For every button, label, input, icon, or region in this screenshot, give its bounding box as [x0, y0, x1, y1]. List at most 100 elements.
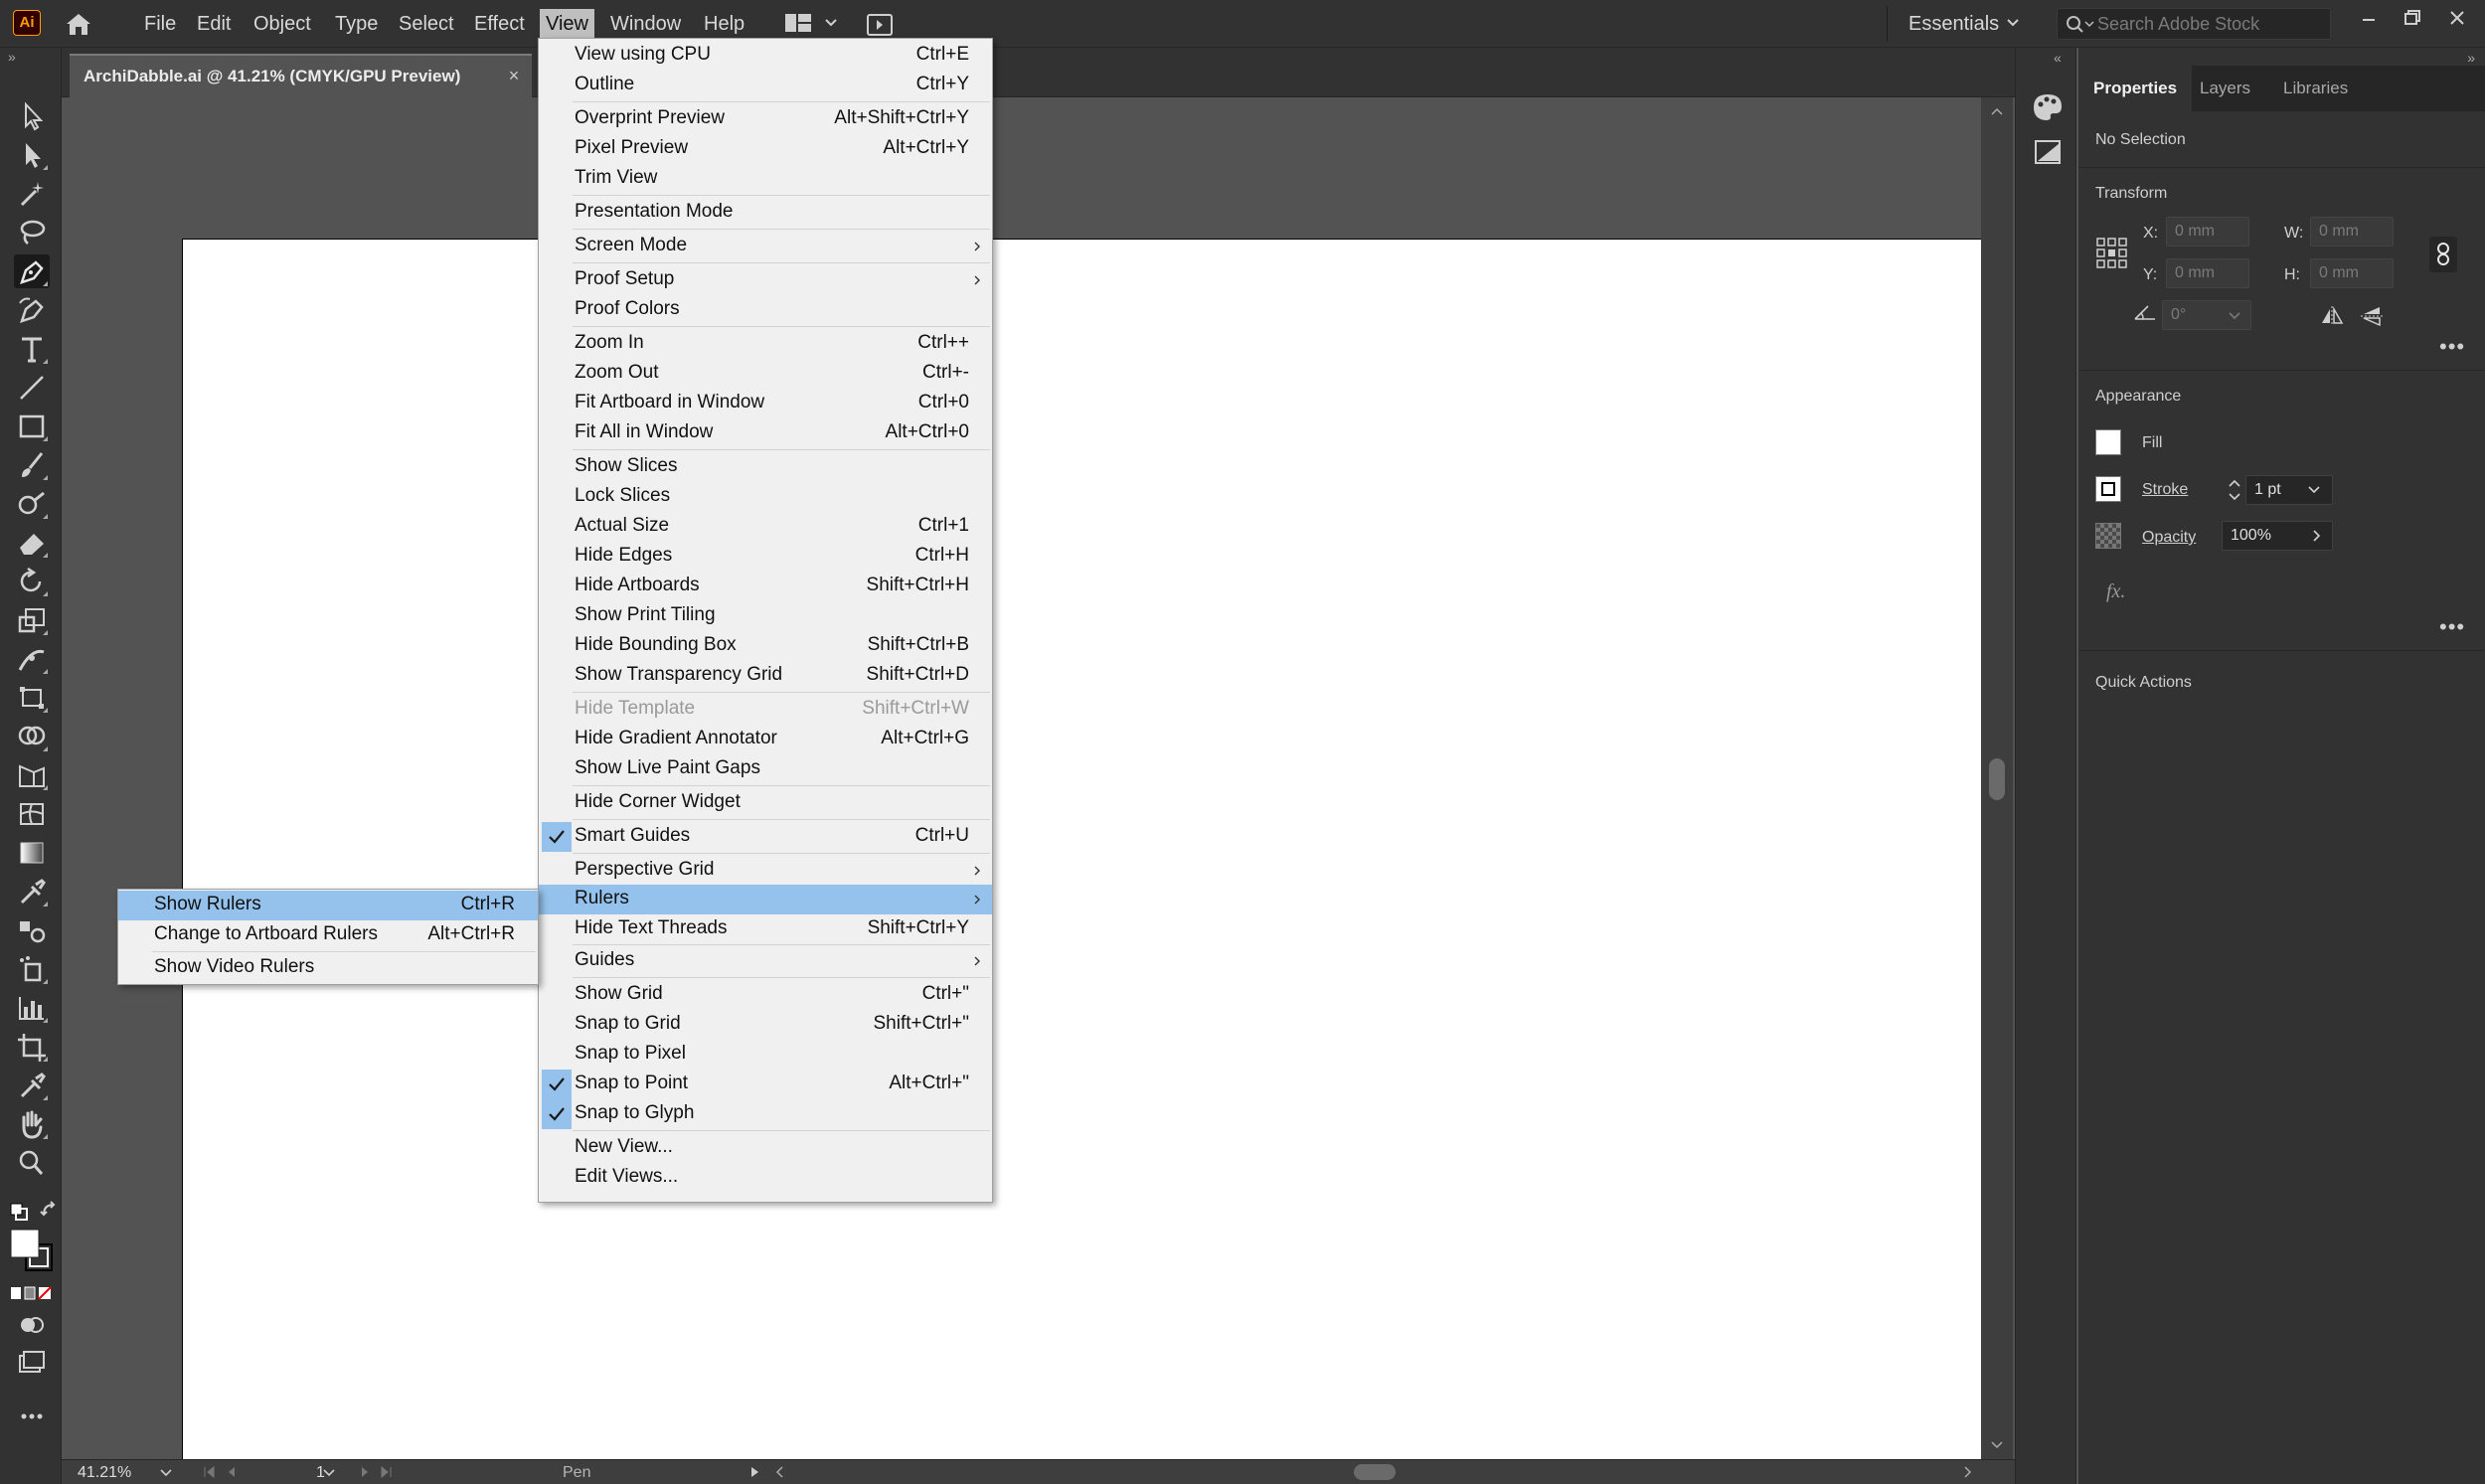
swap-fill-stroke-icon[interactable]: [40, 1201, 60, 1221]
height-field[interactable]: 0 mm: [2310, 258, 2394, 288]
y-position-field[interactable]: 0 mm: [2166, 258, 2249, 288]
menu-item-show-live-paint-gaps[interactable]: Show Live Paint Gaps: [539, 754, 992, 784]
menu-item-guides[interactable]: Guides: [539, 946, 992, 976]
menu-item-perspective-grid[interactable]: Perspective Grid: [539, 856, 992, 886]
zoom-level-field[interactable]: 41.21%: [72, 1462, 215, 1483]
direct-selection-tool-icon[interactable]: [14, 138, 50, 172]
menu-item-show-video-rulers[interactable]: Show Video Rulers: [118, 953, 538, 983]
menu-item-hide-bounding-box[interactable]: Hide Bounding Box Shift+Ctrl+B: [539, 631, 992, 661]
fill-stroke-swatch[interactable]: [10, 1229, 56, 1274]
stroke-label[interactable]: Stroke: [2142, 481, 2188, 499]
horizontal-scroll-thumb[interactable]: [1354, 1464, 1396, 1480]
menu-item-show-print-tiling[interactable]: Show Print Tiling: [539, 601, 992, 631]
menu-item-lock-slices[interactable]: Lock Slices: [539, 482, 992, 512]
tab-properties[interactable]: Properties: [2078, 66, 2193, 111]
tab-layers[interactable]: Layers: [2185, 66, 2265, 111]
vertical-scroll-thumb[interactable]: [1989, 758, 2005, 800]
tab-libraries[interactable]: Libraries: [2268, 66, 2363, 111]
artboard-nav-next-icons[interactable]: [356, 1464, 415, 1480]
screen-mode-icon[interactable]: [14, 1346, 50, 1380]
menu-effect[interactable]: Effect: [468, 9, 531, 39]
menu-item-snap-to-grid[interactable]: Snap to Grid Shift+Ctrl+": [539, 1010, 992, 1040]
symbol-sprayer-tool-icon[interactable]: [14, 952, 50, 986]
menu-item-actual-size[interactable]: Actual Size Ctrl+1: [539, 512, 992, 542]
perspective-grid-tool-icon[interactable]: [14, 758, 50, 792]
asset-export-icon[interactable]: [2030, 135, 2066, 169]
menu-item-rulers[interactable]: Rulers: [539, 885, 992, 914]
menu-item-snap-to-glyph[interactable]: Snap to Glyph: [539, 1099, 992, 1129]
rotate-tool-icon[interactable]: [14, 565, 50, 598]
reference-point-icon[interactable]: [2095, 237, 2129, 270]
menu-select[interactable]: Select: [393, 9, 460, 39]
scroll-right-icon[interactable]: [1960, 1465, 1974, 1479]
menu-help[interactable]: Help: [698, 9, 750, 39]
menu-object[interactable]: Object: [248, 9, 317, 39]
color-mode-icons[interactable]: [10, 1285, 56, 1301]
column-graph-tool-icon[interactable]: [14, 991, 50, 1025]
menu-item-view-using-cpu[interactable]: View using CPU Ctrl+E: [539, 41, 992, 71]
home-icon[interactable]: [64, 11, 93, 37]
eyedropper-tool-icon[interactable]: [14, 875, 50, 908]
menu-item-proof-setup[interactable]: Proof Setup: [539, 265, 992, 295]
gpu-performance-icon[interactable]: [865, 11, 895, 39]
selection-tool-icon[interactable]: [14, 99, 50, 133]
chevron-down-icon[interactable]: [322, 1466, 336, 1480]
scroll-down-icon[interactable]: [1989, 1439, 2005, 1451]
menu-item-fit-all-in-window[interactable]: Fit All in Window Alt+Ctrl+0: [539, 418, 992, 448]
stock-search-box[interactable]: [2057, 8, 2331, 40]
hand-tool-icon[interactable]: [14, 1107, 50, 1141]
mesh-tool-icon[interactable]: [14, 797, 50, 831]
shape-builder-tool-icon[interactable]: [14, 720, 50, 753]
menu-edit[interactable]: Edit: [191, 9, 237, 39]
chevron-down-icon[interactable]: [2307, 484, 2321, 496]
type-tool-icon[interactable]: [14, 332, 50, 366]
expand-dock-icon[interactable]: «: [2054, 50, 2062, 66]
width-tool-icon[interactable]: [14, 642, 50, 676]
opacity-label[interactable]: Opacity: [2142, 529, 2196, 547]
flip-horizontal-icon[interactable]: [2319, 304, 2345, 328]
canvas-area[interactable]: [62, 97, 1992, 1484]
magic-wand-tool-icon[interactable]: [14, 177, 50, 211]
menu-item-hide-corner-widget[interactable]: Hide Corner Widget: [539, 788, 992, 818]
slice-tool-icon[interactable]: [14, 1069, 50, 1102]
minimize-icon[interactable]: [2349, 4, 2389, 34]
zoom-tool-icon[interactable]: [14, 1146, 50, 1180]
width-field[interactable]: 0 mm: [2310, 217, 2394, 247]
menu-item-fit-artboard-in-window[interactable]: Fit Artboard in Window Ctrl+0: [539, 389, 992, 418]
lasso-tool-icon[interactable]: [14, 216, 50, 249]
chevron-down-icon[interactable]: [2228, 310, 2241, 322]
document-tab[interactable]: ArchiDabble.ai @ 41.21% (CMYK/GPU Previe…: [70, 54, 532, 97]
menu-item-presentation-mode[interactable]: Presentation Mode: [539, 198, 992, 228]
opacity-swatch[interactable]: [2095, 523, 2121, 549]
menu-item-hide-text-threads[interactable]: Hide Text Threads Shift+Ctrl+Y: [539, 914, 992, 944]
close-icon[interactable]: [2437, 4, 2477, 34]
chevron-down-icon[interactable]: [2006, 16, 2020, 30]
appearance-more-options-icon[interactable]: •••: [2439, 616, 2469, 638]
restore-icon[interactable]: [2393, 4, 2432, 34]
eraser-tool-icon[interactable]: [14, 526, 50, 560]
menu-item-hide-gradient-annotator[interactable]: Hide Gradient Annotator Alt+Ctrl+G: [539, 725, 992, 754]
menu-type[interactable]: Type: [329, 9, 384, 39]
menu-item-hide-edges[interactable]: Hide Edges Ctrl+H: [539, 542, 992, 572]
flip-vertical-icon[interactable]: [2359, 304, 2385, 328]
collapse-toolbar-icon[interactable]: »: [8, 50, 28, 64]
x-position-field[interactable]: 0 mm: [2166, 217, 2249, 247]
effects-fx-icon[interactable]: fx.: [2106, 580, 2125, 603]
artboard[interactable]: [182, 239, 1992, 1484]
menu-file[interactable]: File: [138, 9, 182, 39]
chevron-right-icon[interactable]: [2309, 529, 2323, 543]
draw-mode-icon[interactable]: [14, 1308, 50, 1342]
search-input[interactable]: [2097, 12, 2326, 36]
menu-item-edit-views[interactable]: Edit Views...: [539, 1163, 992, 1193]
chevron-down-icon[interactable]: [159, 1466, 173, 1480]
menu-item-snap-to-pixel[interactable]: Snap to Pixel: [539, 1040, 992, 1070]
pen-tool-icon[interactable]: [14, 254, 50, 288]
menu-item-new-view[interactable]: New View...: [539, 1133, 992, 1163]
menu-item-change-to-artboard-rulers[interactable]: Change to Artboard Rulers Alt+Ctrl+R: [118, 920, 538, 950]
stroke-stepper-icon[interactable]: [2226, 475, 2243, 505]
menu-item-snap-to-point[interactable]: Snap to Point Alt+Ctrl+": [539, 1070, 992, 1099]
menu-item-trim-view[interactable]: Trim View: [539, 164, 992, 194]
edit-toolbar-more-icon[interactable]: [14, 1400, 50, 1433]
default-fill-stroke-icon[interactable]: [10, 1203, 30, 1223]
menu-item-proof-colors[interactable]: Proof Colors: [539, 295, 992, 325]
